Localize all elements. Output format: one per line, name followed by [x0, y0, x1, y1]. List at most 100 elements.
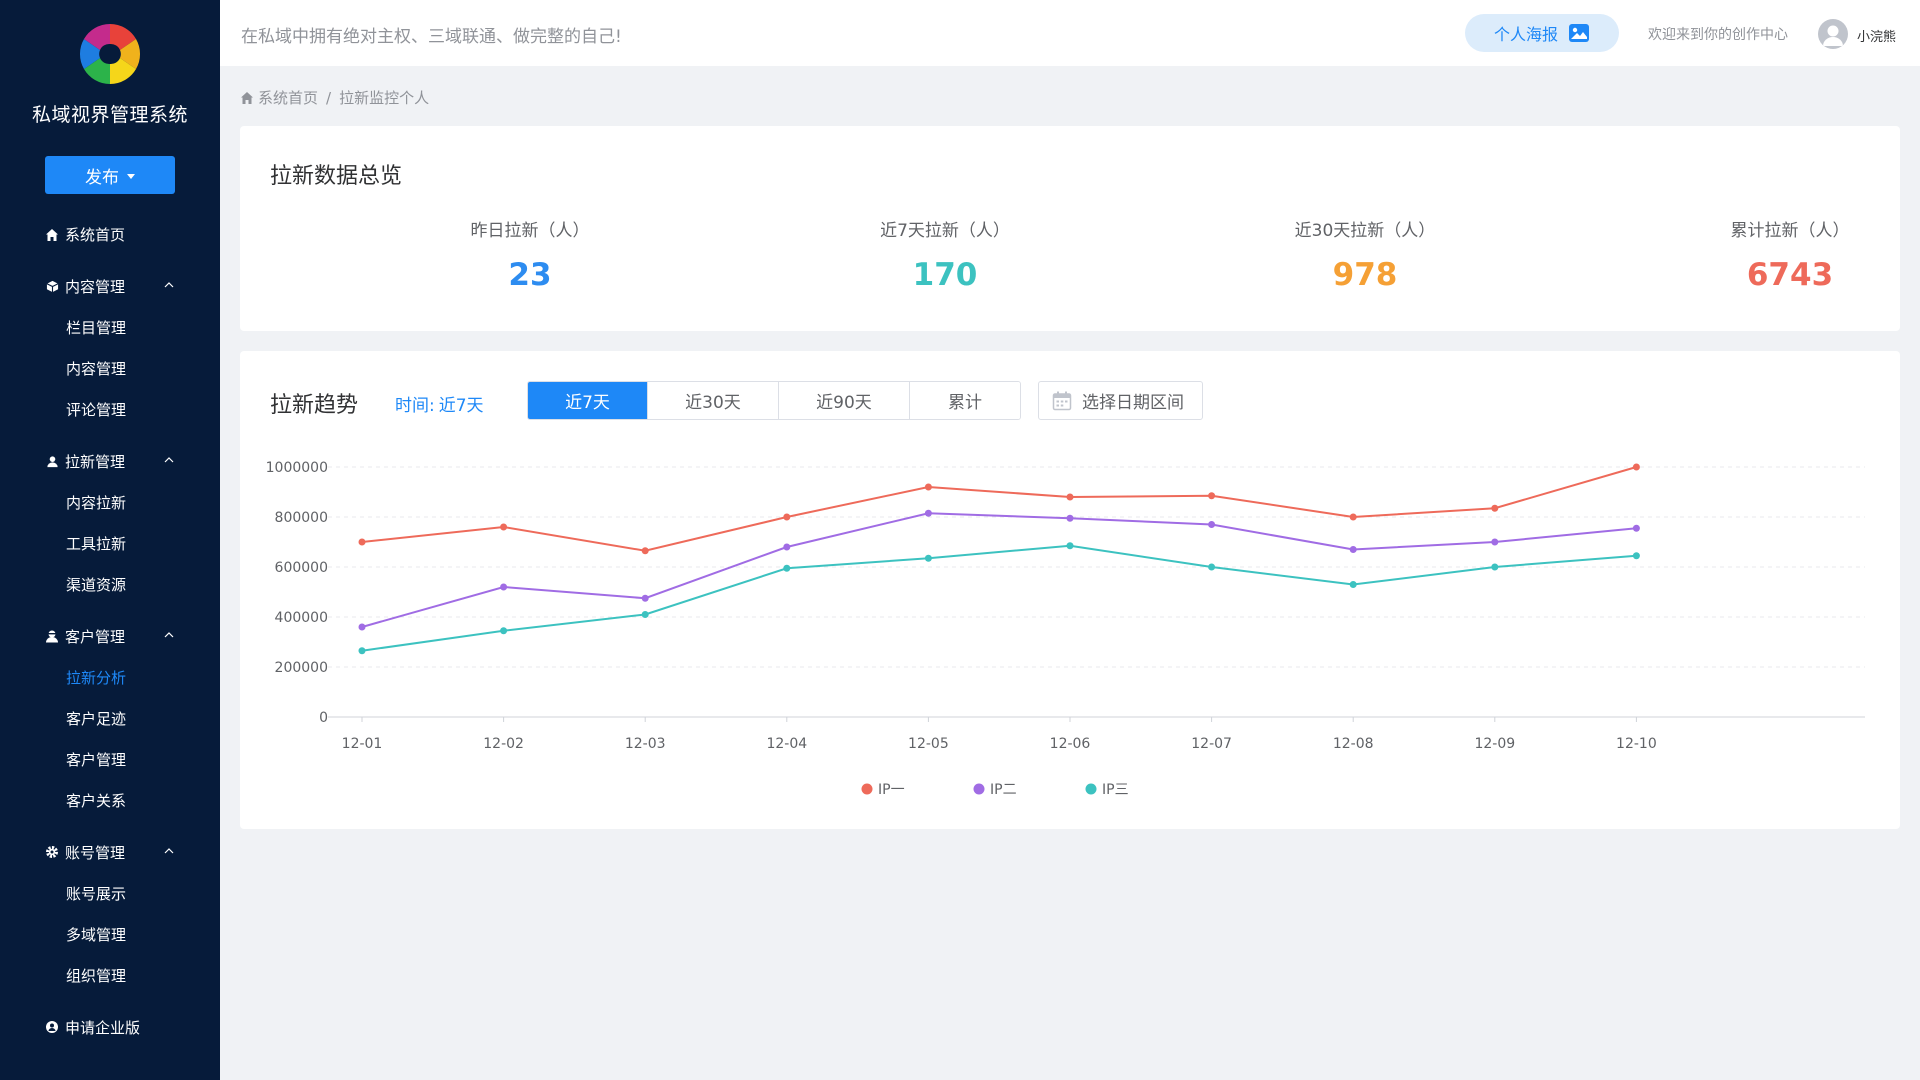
series-line [361, 544, 1637, 652]
customer-icon [45, 629, 59, 643]
x-tick-label: 12-02 [483, 736, 524, 752]
sidebar-item-content-acquisition[interactable]: 内容拉新 [0, 482, 220, 523]
data-point [358, 623, 366, 631]
trend-title: 拉新趋势 [270, 393, 359, 418]
range-7days-button[interactable]: 近7天 [528, 382, 648, 419]
sidebar-group-acquisition[interactable]: 拉新管理 [0, 440, 220, 482]
cube-icon [45, 279, 59, 293]
sidebar-group-content[interactable]: 内容管理 [0, 265, 220, 307]
sidebar-item-customer-footprint[interactable]: 客户足迹 [0, 698, 220, 739]
sidebar-item-content[interactable]: 内容管理 [0, 348, 220, 389]
time-filter-label: 时间: 近7天 [395, 391, 484, 416]
y-tick-label: 1000000 [266, 460, 328, 476]
sidebar-item-account-display[interactable]: 账号展示 [0, 873, 220, 914]
data-point [924, 554, 932, 562]
personal-poster-button[interactable]: 个人海报 [1465, 14, 1619, 52]
data-point [924, 483, 932, 491]
data-point [1208, 563, 1216, 571]
poster-button-label: 个人海报 [1493, 25, 1558, 44]
data-point [783, 564, 791, 572]
x-tick-label: 12-04 [766, 736, 807, 752]
sidebar-item-channel-resources[interactable]: 渠道资源 [0, 564, 220, 605]
y-tick-label: 600000 [275, 560, 328, 576]
data-point [1491, 504, 1499, 512]
stat-value: 978 [1332, 257, 1398, 293]
avatar[interactable] [1818, 19, 1848, 49]
data-point [783, 513, 791, 521]
data-point [641, 594, 649, 602]
header-slogan: 在私域中拥有绝对主权、三域联通、做完整的自己! [241, 27, 622, 47]
breadcrumb-home[interactable]: 系统首页 [258, 87, 318, 108]
app-title: 私域视界管理系统 [31, 104, 188, 126]
breadcrumb: 系统首页 / 拉新监控个人 [240, 87, 429, 108]
stat-yesterday: 昨日拉新（人） 23 [380, 216, 680, 293]
username[interactable]: 小浣熊 [1857, 26, 1896, 45]
x-tick-label: 12-03 [625, 736, 666, 752]
stat-7days: 近7天拉新（人） 170 [795, 216, 1095, 293]
welcome-text: 欢迎来到你的创作中心 [1648, 27, 1788, 43]
data-point [500, 523, 508, 531]
x-tick-label: 12-01 [342, 736, 383, 752]
data-point [1208, 521, 1216, 528]
range-30days-button[interactable]: 近30天 [648, 382, 779, 419]
range-total-button[interactable]: 累计 [910, 382, 1020, 419]
sidebar-item-multi-domain[interactable]: 多域管理 [0, 914, 220, 955]
chevron-up-icon [164, 632, 174, 638]
data-point [358, 647, 366, 655]
sidebar-group-label: 拉新管理 [65, 452, 126, 471]
sidebar-menu: 系统首页 内容管理 栏目管理 内容管理 评论管理 拉新管理 内容拉新 工具拉新 … [0, 214, 220, 1048]
chevron-up-icon [164, 282, 174, 288]
x-tick-label: 12-07 [1191, 736, 1232, 752]
stat-value: 6743 [1746, 257, 1834, 293]
overview-card: 拉新数据总览 昨日拉新（人） 23 近7天拉新（人） 170 近30天拉新（人）… [240, 126, 1900, 331]
legend-label: IP一 [878, 782, 905, 798]
legend-marker [973, 783, 985, 795]
sidebar-item-enterprise[interactable]: 申请企业版 [0, 1006, 220, 1048]
gear-icon [45, 845, 59, 859]
date-picker-label: 选择日期区间 [1082, 393, 1184, 413]
data-point [500, 627, 508, 635]
publish-button-label: 发布 [85, 167, 119, 188]
sidebar-item-customer-management[interactable]: 客户管理 [0, 739, 220, 780]
data-point [783, 543, 791, 551]
date-range-picker[interactable]: 选择日期区间 [1038, 381, 1203, 420]
sidebar-group-label: 账号管理 [65, 843, 126, 862]
sidebar-item-customer-relations[interactable]: 客户关系 [0, 780, 220, 821]
stat-label: 累计拉新（人） [1730, 221, 1850, 241]
sidebar-group-accounts[interactable]: 账号管理 [0, 831, 220, 873]
sidebar: 私域视界管理系统 发布 系统首页 内容管理 栏目管理 内容管理 评论管理 拉新管… [0, 0, 220, 1080]
overview-title: 拉新数据总览 [270, 164, 403, 189]
data-point [1491, 538, 1499, 546]
x-tick-label: 12-05 [908, 736, 949, 752]
data-point [1632, 552, 1640, 560]
sidebar-item-comments[interactable]: 评论管理 [0, 389, 220, 430]
series-line [361, 466, 1637, 552]
data-point [1632, 524, 1640, 532]
y-tick-label: 200000 [275, 660, 328, 676]
legend-marker [861, 783, 873, 795]
x-tick-label: 12-06 [1050, 736, 1091, 752]
sidebar-item-organization[interactable]: 组织管理 [0, 955, 220, 996]
range-90days-button[interactable]: 近90天 [779, 382, 910, 419]
sidebar-item-home[interactable]: 系统首页 [0, 214, 220, 255]
data-point [924, 509, 932, 517]
sidebar-item-tool-acquisition[interactable]: 工具拉新 [0, 523, 220, 564]
sidebar-item-acquisition-analysis[interactable]: 拉新分析 [0, 657, 220, 698]
avatar-icon [1823, 25, 1843, 46]
sidebar-group-customers[interactable]: 客户管理 [0, 615, 220, 657]
trend-card: 0 200000 400000 600000 800000 1000000 12-01 12-… [240, 351, 1900, 829]
data-point [641, 547, 649, 555]
chevron-up-icon [164, 848, 174, 854]
stat-label: 昨日拉新（人） [470, 221, 590, 241]
sidebar-group-label: 客户管理 [65, 627, 126, 646]
calendar-icon [1052, 391, 1072, 410]
app-logo [79, 23, 141, 85]
publish-button[interactable]: 发布 [45, 156, 175, 194]
time-value: 近7天 [438, 396, 484, 416]
x-tick-label: 12-10 [1616, 736, 1657, 752]
data-point [1349, 513, 1357, 521]
data-point [1066, 493, 1074, 501]
data-point [1491, 563, 1499, 571]
user-icon [45, 454, 59, 468]
sidebar-item-column[interactable]: 栏目管理 [0, 307, 220, 348]
